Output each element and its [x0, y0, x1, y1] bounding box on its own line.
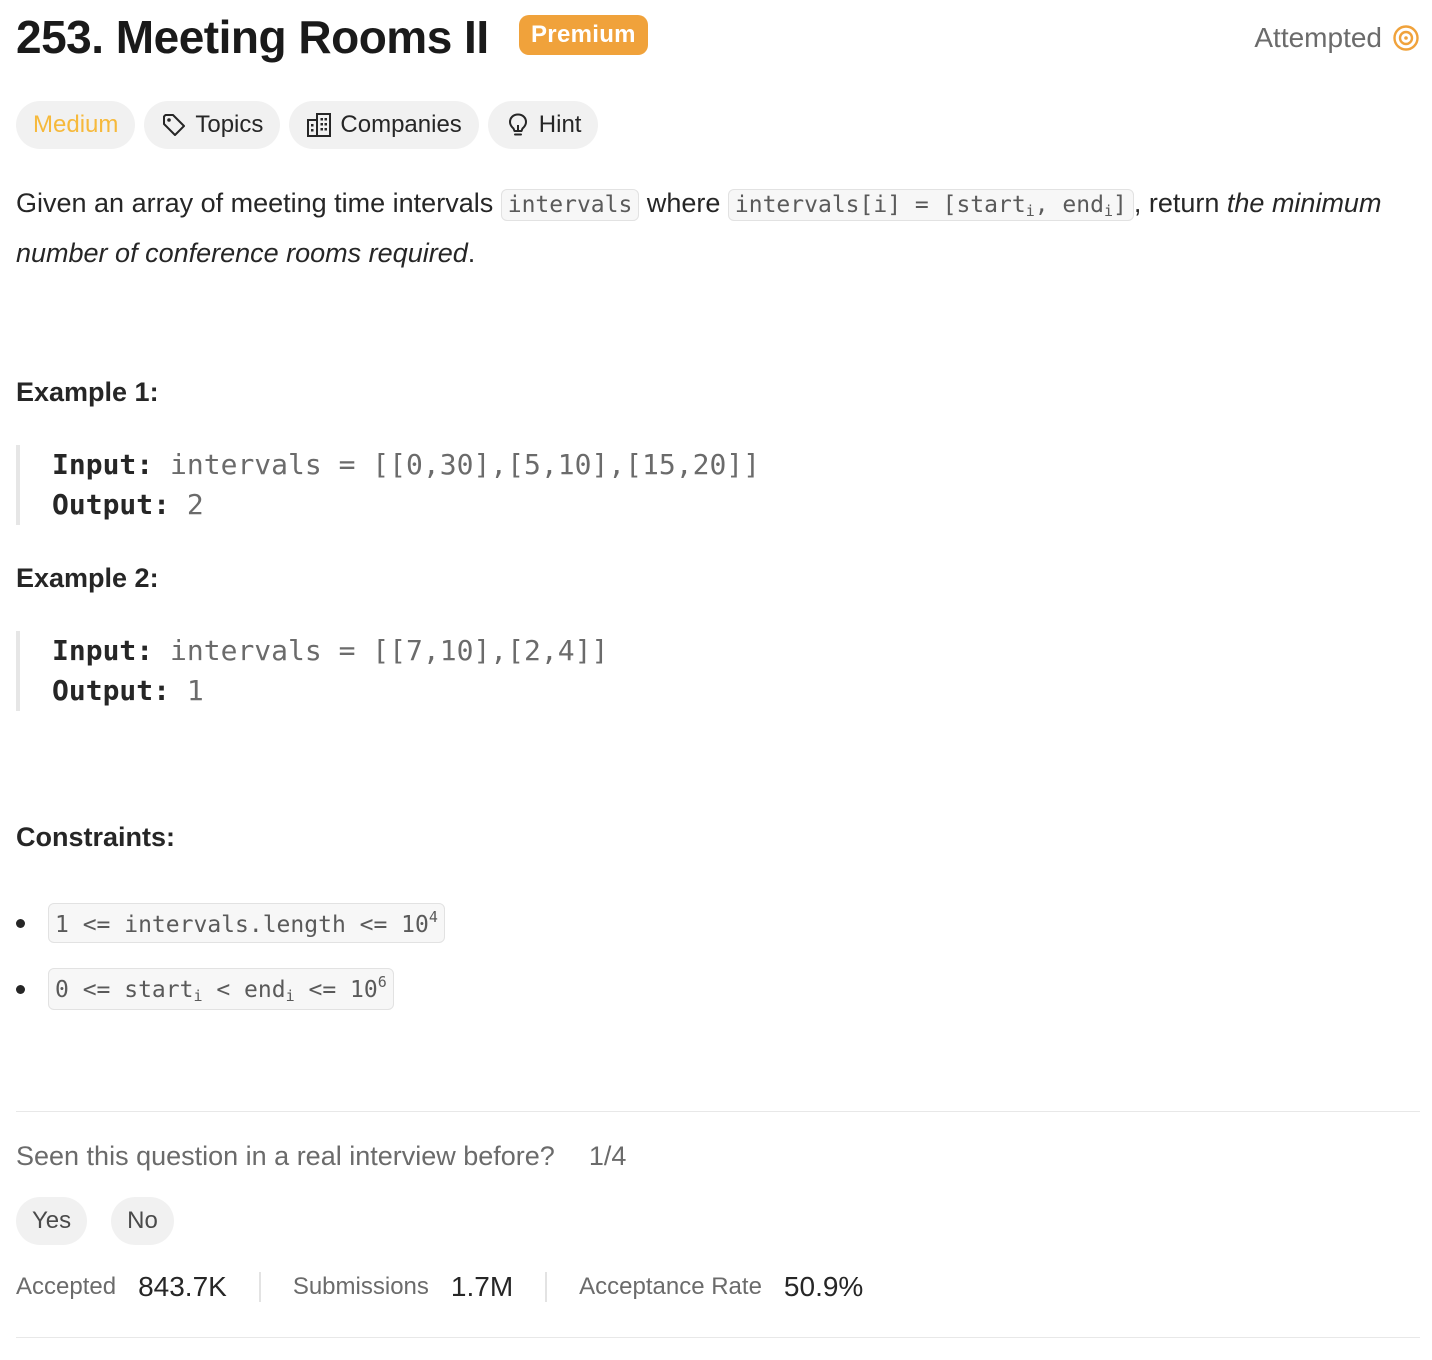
section-divider [16, 1111, 1420, 1112]
description-text: , return [1133, 188, 1227, 218]
inline-code: 0 <= starti < endi <= 106 [48, 968, 394, 1010]
description-text: where [639, 188, 728, 218]
constraint-item: 1 <= intervals.length <= 104 [16, 890, 445, 956]
code-subscript: i [1025, 202, 1035, 220]
constraints-heading: Constraints: [16, 822, 176, 852]
inline-code: intervals [500, 189, 640, 221]
code-text: , end [1034, 192, 1104, 218]
status-label: Attempted [1254, 22, 1382, 53]
example-1-block: Input: intervals = [[0,30],[5,10],[15,20… [16, 445, 1152, 525]
hint-button[interactable]: Hint [487, 101, 599, 149]
tag-icon [163, 114, 186, 136]
inline-code: intervals[i] = [starti, endi] [727, 189, 1134, 221]
example-1-output: Output: 2 [52, 485, 1152, 525]
problem-description: Given an array of meeting time intervals… [16, 182, 1386, 274]
inline-code: 1 <= intervals.length <= 104 [48, 903, 445, 943]
code-subscript: i [1103, 202, 1113, 220]
code-subscript: i [193, 987, 203, 1005]
output-label: Output: [52, 488, 171, 521]
no-button[interactable]: No [111, 1197, 174, 1245]
input-value: intervals = [[7,10],[2,4]] [170, 634, 609, 667]
stat-separator [545, 1272, 548, 1302]
code-text: intervals [507, 192, 633, 218]
building-icon [307, 113, 332, 137]
interview-question-text: Seen this question in a real interview b… [16, 1141, 555, 1171]
topics-button[interactable]: Topics [144, 101, 281, 149]
companies-label: Companies [340, 111, 462, 138]
premium-badge[interactable]: Premium [519, 15, 648, 55]
status-indicator: Attempted [1254, 22, 1420, 54]
problem-header: 253. Meeting Rooms II Premium Attempted [16, 10, 1420, 70]
interview-answer-buttons: Yes No [16, 1197, 174, 1245]
section-divider [16, 1337, 1420, 1338]
example-1-input: Input: intervals = [[0,30],[5,10],[15,20… [52, 445, 1152, 485]
difficulty-label: Medium [33, 111, 119, 138]
interview-progress: 1/4 [588, 1141, 627, 1171]
code-text: <= 10 [294, 977, 378, 1003]
code-text: < end [202, 977, 286, 1003]
acceptance-rate-label: Acceptance Rate [579, 1273, 762, 1300]
interview-question: Seen this question in a real interview b… [16, 1141, 626, 1172]
submissions-label: Submissions [292, 1273, 429, 1300]
output-value: 1 [186, 674, 204, 707]
description-text: . [467, 238, 476, 268]
description-text: Given an array of meeting time intervals [16, 188, 501, 218]
submissions-value: 1.7M [450, 1271, 514, 1302]
constraint-item: 0 <= starti < endi <= 106 [16, 956, 445, 1022]
code-superscript: 6 [377, 973, 387, 991]
acceptance-rate-value: 50.9% [783, 1271, 864, 1302]
stat-separator [258, 1272, 261, 1302]
code-text: 0 <= start [55, 977, 194, 1003]
code-text: ] [1113, 192, 1127, 218]
bullet-icon [16, 919, 25, 928]
output-value: 2 [186, 488, 204, 521]
code-text: 1 <= intervals.length <= 10 [55, 912, 429, 938]
input-label: Input: [52, 448, 154, 481]
output-label: Output: [52, 674, 171, 707]
example-2-block: Input: intervals = [[7,10],[2,4]] Output… [16, 631, 1152, 711]
code-text: intervals[i] = [start [734, 192, 1026, 218]
companies-button[interactable]: Companies [289, 101, 479, 149]
example-2-output: Output: 1 [52, 671, 1152, 711]
topics-label: Topics [195, 111, 264, 138]
yes-button[interactable]: Yes [16, 1197, 88, 1245]
code-subscript: i [285, 987, 295, 1005]
problem-title: 253. Meeting Rooms II [16, 11, 489, 63]
example-2-heading: Example 2: [16, 563, 159, 593]
input-label: Input: [52, 634, 154, 667]
bullet-icon [16, 985, 25, 994]
target-icon [1393, 25, 1419, 51]
example-2-input: Input: intervals = [[7,10],[2,4]] [52, 631, 1152, 671]
constraints-list: 1 <= intervals.length <= 104 0 <= starti… [16, 890, 445, 1022]
accepted-value: 843.7K [138, 1271, 227, 1302]
code-superscript: 4 [428, 908, 438, 926]
tag-row: Medium Topics Companies Hint [16, 101, 599, 149]
input-value: intervals = [[0,30],[5,10],[15,20]] [170, 448, 761, 481]
accepted-label: Accepted [16, 1273, 117, 1300]
stats-bar: Accepted 843.7K Submissions 1.7M Accepta… [16, 1271, 863, 1303]
hint-label: Hint [538, 111, 582, 138]
lightbulb-icon [508, 113, 527, 136]
example-1-heading: Example 1: [16, 377, 159, 407]
difficulty-badge: Medium [16, 101, 136, 149]
